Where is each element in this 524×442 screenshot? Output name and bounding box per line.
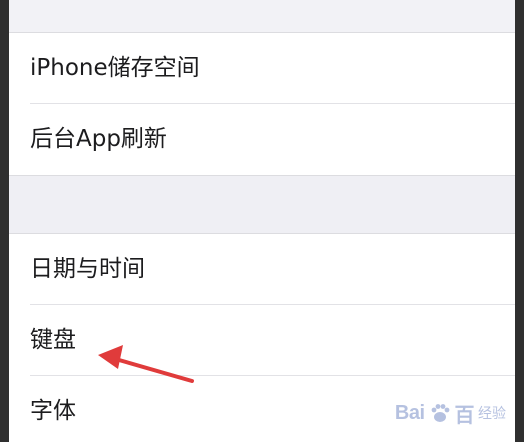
paw-icon [431, 404, 449, 422]
settings-group-storage: iPhone储存空间 后台App刷新 [9, 33, 515, 175]
settings-row-label: 键盘 [30, 327, 76, 353]
watermark-brand: Bai [394, 401, 425, 424]
settings-row-background-app-refresh[interactable]: 后台App刷新 [9, 104, 515, 175]
settings-row-label: iPhone储存空间 [30, 55, 200, 81]
settings-row-label: 日期与时间 [30, 256, 145, 282]
settings-row-date-time[interactable]: 日期与时间 [9, 234, 515, 305]
baidu-watermark: Bai 百 经验 [394, 400, 506, 427]
settings-row-keyboard[interactable]: 键盘 [9, 305, 515, 376]
watermark-brand-suffix: 百 [454, 404, 475, 427]
previous-group-bottom [9, 0, 515, 32]
section-gap [9, 176, 515, 234]
screenshot-frame: iPhone储存空间 后台App刷新 日期与时间 键盘 字体 Bai 百 经验 [0, 0, 524, 442]
settings-row-iphone-storage[interactable]: iPhone储存空间 [9, 33, 515, 104]
settings-row-label: 后台App刷新 [30, 126, 167, 152]
settings-row-label: 字体 [30, 398, 76, 424]
watermark-sub: 经验 [478, 406, 506, 422]
settings-screen: iPhone储存空间 后台App刷新 日期与时间 键盘 字体 [9, 0, 515, 442]
